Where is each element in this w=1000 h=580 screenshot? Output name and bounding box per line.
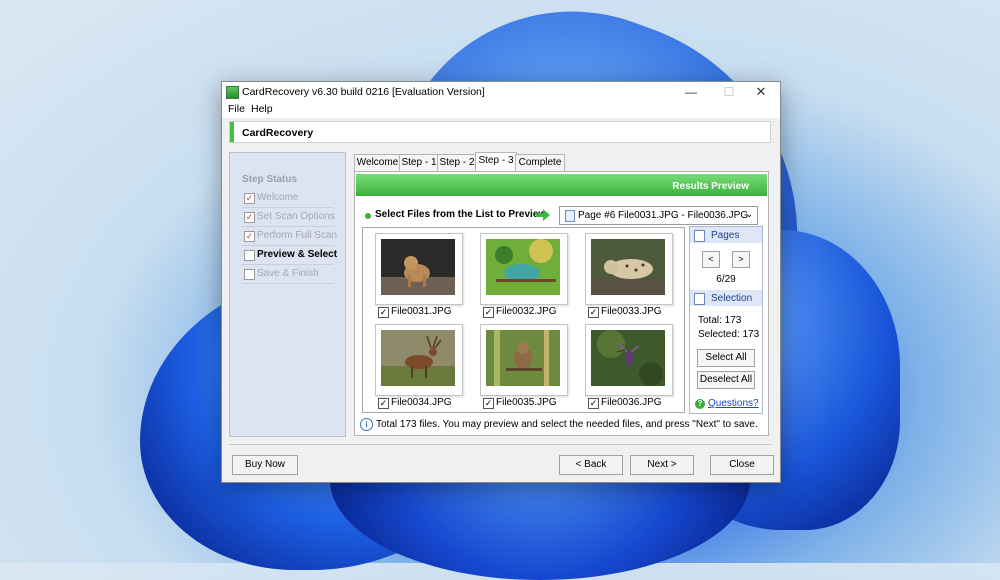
header-title: CardRecovery (242, 127, 314, 139)
window-title: CardRecovery v6.30 build 0216 [Evaluatio… (242, 86, 485, 98)
file-checkbox[interactable]: ✓ (378, 307, 389, 318)
deselect-all-button[interactable]: Deselect All (697, 371, 755, 389)
file-checkbox[interactable]: ✓ (483, 398, 494, 409)
selection-icon (694, 293, 705, 305)
hummingbird-photo (591, 330, 665, 386)
total-count: Total: 173 (698, 315, 742, 326)
file-checkbox[interactable]: ✓ (378, 398, 389, 409)
minimize-button[interactable]: — (676, 84, 706, 100)
file-name: File0036.JPG (601, 397, 662, 408)
selection-header: Selection (690, 290, 762, 306)
pages-title: Pages (711, 230, 740, 241)
divider (229, 444, 772, 445)
thumbnail-file0031[interactable] (375, 233, 463, 305)
document-icon (565, 210, 575, 222)
step-status-title: Step Status (242, 174, 298, 185)
step-label: Preview & Select (257, 249, 338, 260)
thumbnail-file0035[interactable] (480, 324, 568, 396)
back-button[interactable]: < Back (559, 455, 623, 475)
chevron-down-icon: ⌄ (745, 209, 753, 219)
step-label: Save & Finish (257, 268, 319, 279)
question-icon: ? (695, 399, 705, 409)
file-checkbox[interactable]: ✓ (588, 307, 599, 318)
leopard-photo (591, 239, 665, 295)
thumbnail-file0034[interactable] (375, 324, 463, 396)
thumbnail-grid: ✓ File0031.JPG ✓ File0032.JPG ✓ File0033… (362, 227, 685, 413)
app-window: CardRecovery v6.30 build 0216 [Evaluatio… (221, 81, 781, 483)
page-dropdown[interactable]: Page #6 File0031.JPG - File0036.JPG ⌄ (559, 206, 758, 225)
prev-page-button[interactable]: < (702, 251, 720, 268)
step-item-save-finish: Save & Finish (242, 265, 334, 284)
bullet-icon (365, 213, 371, 219)
questions-link[interactable]: Questions? (708, 398, 759, 409)
file-name: File0032.JPG (496, 306, 557, 317)
step-label: Set Scan Options (257, 211, 335, 222)
close-window-button[interactable]: ✕ (746, 84, 776, 100)
file-name: File0033.JPG (601, 306, 662, 317)
tab-complete[interactable]: Complete (515, 154, 565, 171)
step-label: Welcome (257, 192, 299, 203)
chameleon-photo (486, 239, 560, 295)
step-label: Perform Full Scan (257, 230, 338, 241)
selection-title: Selection (711, 293, 753, 304)
maximize-button[interactable]: ☐ (714, 84, 744, 100)
step-item-welcome: ✓ Welcome (242, 189, 334, 208)
app-icon (226, 86, 239, 99)
select-all-button[interactable]: Select All (697, 349, 755, 367)
pages-icon (694, 230, 705, 242)
step-checkbox (244, 269, 255, 280)
results-preview-bar: Results Preview (356, 174, 767, 196)
menu-help[interactable]: Help (251, 103, 273, 115)
pages-header: Pages (690, 227, 762, 243)
step-checkbox: ✓ (244, 212, 255, 223)
select-files-label: Select Files from the List to Preview (375, 209, 547, 220)
step-status-panel: Step Status ✓ Welcome ✓ Set Scan Options… (229, 152, 346, 437)
step-checkbox: ✓ (244, 231, 255, 242)
pages-selection-panel: Pages < > 6/29 Selection Total: 173 Sele… (689, 226, 763, 414)
selected-count: Selected: 173 (698, 329, 760, 340)
header-band: CardRecovery (229, 121, 771, 143)
close-button[interactable]: Close (710, 455, 774, 475)
file-name: File0035.JPG (496, 397, 557, 408)
next-page-button[interactable]: > (732, 251, 750, 268)
info-text: Total 173 files. You may preview and sel… (376, 419, 758, 430)
thumbnail-file0036[interactable] (585, 324, 673, 396)
title-bar[interactable]: CardRecovery v6.30 build 0216 [Evaluatio… (222, 82, 780, 102)
deer-photo (381, 330, 455, 386)
page-count: 6/29 (716, 274, 736, 285)
menu-file[interactable]: File (228, 103, 245, 115)
step-item-preview-select: Preview & Select (242, 246, 338, 265)
next-button[interactable]: Next > (630, 455, 694, 475)
step-item-full-scan: ✓ Perform Full Scan (242, 227, 338, 246)
results-preview-title: Results Preview (672, 181, 749, 192)
step-checkbox: ✓ (244, 193, 255, 204)
tab-step-1[interactable]: Step - 1 (399, 154, 439, 171)
thumbnail-file0032[interactable] (480, 233, 568, 305)
tab-step-3[interactable]: Step - 3 (475, 152, 517, 172)
page-dropdown-value: Page #6 File0031.JPG - File0036.JPG (578, 210, 749, 221)
tab-welcome[interactable]: Welcome (354, 154, 401, 171)
file-checkbox[interactable]: ✓ (483, 307, 494, 318)
step-item-scan-options: ✓ Set Scan Options (242, 208, 335, 227)
thumbnail-file0033[interactable] (585, 233, 673, 305)
header-accent (230, 122, 234, 142)
lynx-photo (381, 239, 455, 295)
results-preview-panel: Results Preview Select Files from the Li… (354, 171, 769, 436)
owl-photo (486, 330, 560, 386)
arrow-right-icon (536, 209, 550, 221)
file-checkbox[interactable]: ✓ (588, 398, 599, 409)
info-icon: i (360, 418, 373, 431)
file-name: File0031.JPG (391, 306, 452, 317)
file-name: File0034.JPG (391, 397, 452, 408)
step-checkbox (244, 250, 255, 261)
menu-bar: File Help (222, 102, 780, 118)
buy-now-button[interactable]: Buy Now (232, 455, 298, 475)
tab-step-2[interactable]: Step - 2 (437, 154, 477, 171)
